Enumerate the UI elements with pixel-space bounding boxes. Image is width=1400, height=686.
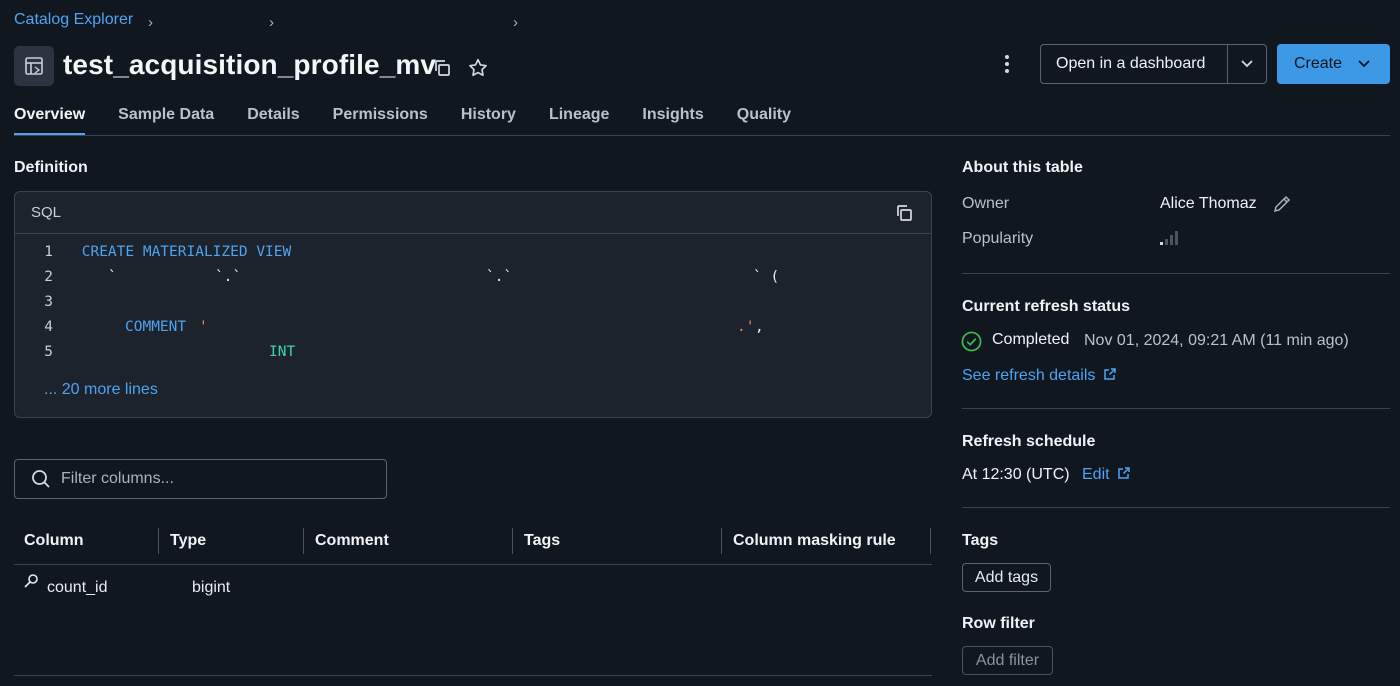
tabs-divider xyxy=(14,135,1390,136)
line-number: 5 xyxy=(44,344,53,360)
refresh-schedule-heading: Refresh schedule xyxy=(962,433,1096,450)
chevron-right-icon: › xyxy=(148,14,153,31)
code-type: INT xyxy=(269,344,296,360)
edit-schedule-label: Edit xyxy=(1082,466,1110,483)
refresh-timestamp: Nov 01, 2024, 09:21 AM (11 min ago) xyxy=(1084,332,1349,349)
code-line-5: 5 INT xyxy=(29,344,929,364)
open-dashboard-button[interactable]: Open in a dashboard xyxy=(1041,55,1227,73)
filter-columns-input[interactable] xyxy=(61,470,371,488)
chevron-down-icon xyxy=(1358,60,1370,68)
page-title: test_acquisition_profile_mv xyxy=(63,49,437,80)
tab-insights[interactable]: Insights xyxy=(642,106,703,136)
code-punctuation: ` ( xyxy=(753,269,780,285)
line-number: 2 xyxy=(44,269,53,285)
cell-column-name: count_id xyxy=(47,579,108,596)
tab-sample-data[interactable]: Sample Data xyxy=(118,106,214,136)
filter-columns-field[interactable] xyxy=(14,459,387,499)
column-header-type[interactable]: Type xyxy=(170,532,206,550)
code-string: ' xyxy=(199,319,208,335)
search-icon xyxy=(31,469,51,489)
tab-history[interactable]: History xyxy=(461,106,516,136)
popularity-label: Popularity xyxy=(962,230,1034,247)
tab-details[interactable]: Details xyxy=(247,106,299,136)
refresh-schedule-value: At 12:30 (UTC) xyxy=(962,466,1070,483)
tab-overview[interactable]: Overview xyxy=(14,106,86,136)
column-divider[interactable] xyxy=(303,528,304,554)
cell-column-type: bigint xyxy=(192,579,231,596)
refresh-status-heading: Current refresh status xyxy=(962,298,1131,315)
more-options-icon[interactable] xyxy=(995,50,1019,78)
check-circle-icon xyxy=(961,331,982,352)
create-button[interactable]: Create xyxy=(1277,44,1390,84)
add-filter-button[interactable]: Add filter xyxy=(962,646,1053,675)
divider xyxy=(962,507,1390,508)
open-dashboard-split-button: Open in a dashboard xyxy=(1040,44,1267,84)
tab-lineage[interactable]: Lineage xyxy=(549,106,609,136)
popularity-bars-icon xyxy=(1160,230,1180,251)
external-link-icon xyxy=(1118,467,1130,479)
see-refresh-details-label: See refresh details xyxy=(962,367,1096,384)
owner-value: Alice Thomaz xyxy=(1160,195,1257,212)
line-number: 1 xyxy=(44,244,53,260)
code-keyword: COMMENT xyxy=(125,319,187,335)
table-row[interactable]: count_id bigint xyxy=(14,565,932,611)
line-number: 3 xyxy=(44,294,53,310)
chevron-down-icon[interactable] xyxy=(1228,45,1266,83)
column-header-column[interactable]: Column xyxy=(24,532,84,550)
breadcrumb: Catalog Explorer xyxy=(14,11,133,29)
see-refresh-details-link[interactable]: See refresh details xyxy=(962,367,1117,385)
line-number: 4 xyxy=(44,319,53,335)
tab-bar: Overview Sample Data Details Permissions… xyxy=(14,106,824,136)
divider xyxy=(962,273,1390,274)
divider xyxy=(962,408,1390,409)
tab-permissions[interactable]: Permissions xyxy=(333,106,428,136)
definition-heading: Definition xyxy=(14,159,88,176)
about-heading: About this table xyxy=(962,159,1083,176)
more-lines-link[interactable]: ... 20 more lines xyxy=(44,381,158,399)
column-divider[interactable] xyxy=(512,528,513,554)
code-line-1: 1 CREATE MATERIALIZED VIEW xyxy=(29,244,291,260)
code-punctuation: `.` xyxy=(215,269,242,285)
column-divider xyxy=(930,528,931,554)
code-header: SQL xyxy=(15,192,931,234)
star-icon[interactable] xyxy=(466,56,490,80)
code-punctuation: `.` xyxy=(486,269,513,285)
chevron-right-icon: › xyxy=(513,14,518,31)
code-keyword: CREATE MATERIALIZED VIEW xyxy=(81,244,292,260)
code-language: SQL xyxy=(31,204,62,221)
code-line-3: 3 xyxy=(29,294,53,310)
materialized-view-icon xyxy=(14,46,54,86)
create-button-label: Create xyxy=(1294,55,1343,72)
owner-label: Owner xyxy=(962,195,1010,212)
code-string: .' xyxy=(737,319,755,335)
key-icon xyxy=(23,573,39,589)
column-divider[interactable] xyxy=(158,528,159,554)
code-block: SQL 1 CREATE MATERIALIZED VIEW 2 ` `.` `… xyxy=(14,191,932,418)
column-header-tags[interactable]: Tags xyxy=(524,532,560,550)
tab-quality[interactable]: Quality xyxy=(737,106,791,136)
pencil-icon[interactable] xyxy=(1272,194,1292,214)
column-divider[interactable] xyxy=(721,528,722,554)
column-header-masking-rule[interactable]: Column masking rule xyxy=(733,532,896,550)
row-filter-heading: Row filter xyxy=(962,615,1035,632)
add-tags-button[interactable]: Add tags xyxy=(962,563,1051,592)
code-punctuation: ` xyxy=(108,269,117,285)
code-line-4: 4 COMMENT ' .' , xyxy=(29,319,929,339)
copy-icon[interactable] xyxy=(431,57,453,79)
breadcrumb-catalog-explorer[interactable]: Catalog Explorer xyxy=(14,11,133,29)
copy-code-icon[interactable] xyxy=(893,202,915,224)
column-header-comment[interactable]: Comment xyxy=(315,532,389,550)
external-link-icon xyxy=(1104,368,1116,380)
code-punctuation: , xyxy=(755,319,764,335)
code-line-2: 2 ` `.` `.` ` ( xyxy=(29,269,929,289)
chevron-right-icon: › xyxy=(269,14,274,31)
refresh-status-value: Completed xyxy=(992,331,1070,348)
table-bottom-divider xyxy=(14,675,932,676)
edit-schedule-link[interactable]: Edit xyxy=(1082,466,1131,484)
tags-heading: Tags xyxy=(962,532,999,549)
